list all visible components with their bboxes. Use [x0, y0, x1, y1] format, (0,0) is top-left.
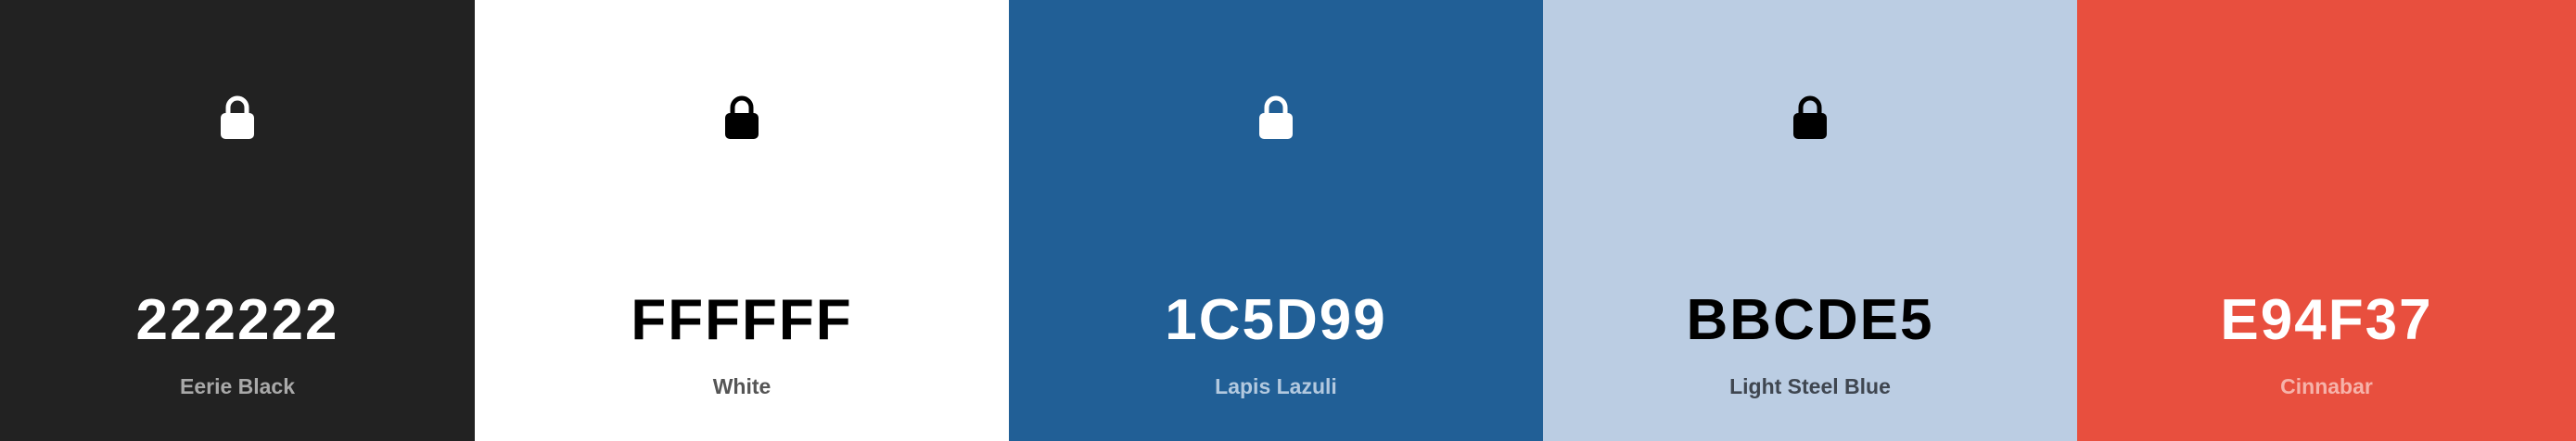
hex-code[interactable]: BBCDE5 — [1543, 285, 2077, 356]
color-palette: 222222 Eerie Black FFFFFF White 1C5D99 L… — [0, 0, 2576, 441]
lock-icon[interactable] — [1256, 93, 1296, 141]
color-swatch-light-steel-blue[interactable]: BBCDE5 Light Steel Blue — [1543, 0, 2077, 441]
hex-code[interactable]: 222222 — [0, 285, 475, 356]
lock-icon[interactable] — [721, 93, 762, 141]
color-swatch-cinnabar[interactable]: E94F37 Cinnabar — [2077, 0, 2576, 441]
color-name: Lapis Lazuli — [1215, 374, 1337, 398]
color-swatch-white[interactable]: FFFFFF White — [475, 0, 1009, 441]
color-name: Cinnabar — [2280, 374, 2373, 398]
hex-code[interactable]: FFFFFF — [475, 285, 1009, 356]
color-swatch-lapis-lazuli[interactable]: 1C5D99 Lapis Lazuli — [1009, 0, 1543, 441]
color-swatch-eerie-black[interactable]: 222222 Eerie Black — [0, 0, 475, 441]
hex-code[interactable]: 1C5D99 — [1009, 285, 1543, 356]
lock-icon[interactable] — [1790, 93, 1830, 141]
lock-icon[interactable] — [217, 93, 258, 141]
hex-code[interactable]: E94F37 — [2077, 285, 2576, 356]
color-name: Eerie Black — [179, 374, 296, 398]
color-name: Light Steel Blue — [1729, 374, 1891, 398]
color-name: White — [712, 374, 772, 398]
